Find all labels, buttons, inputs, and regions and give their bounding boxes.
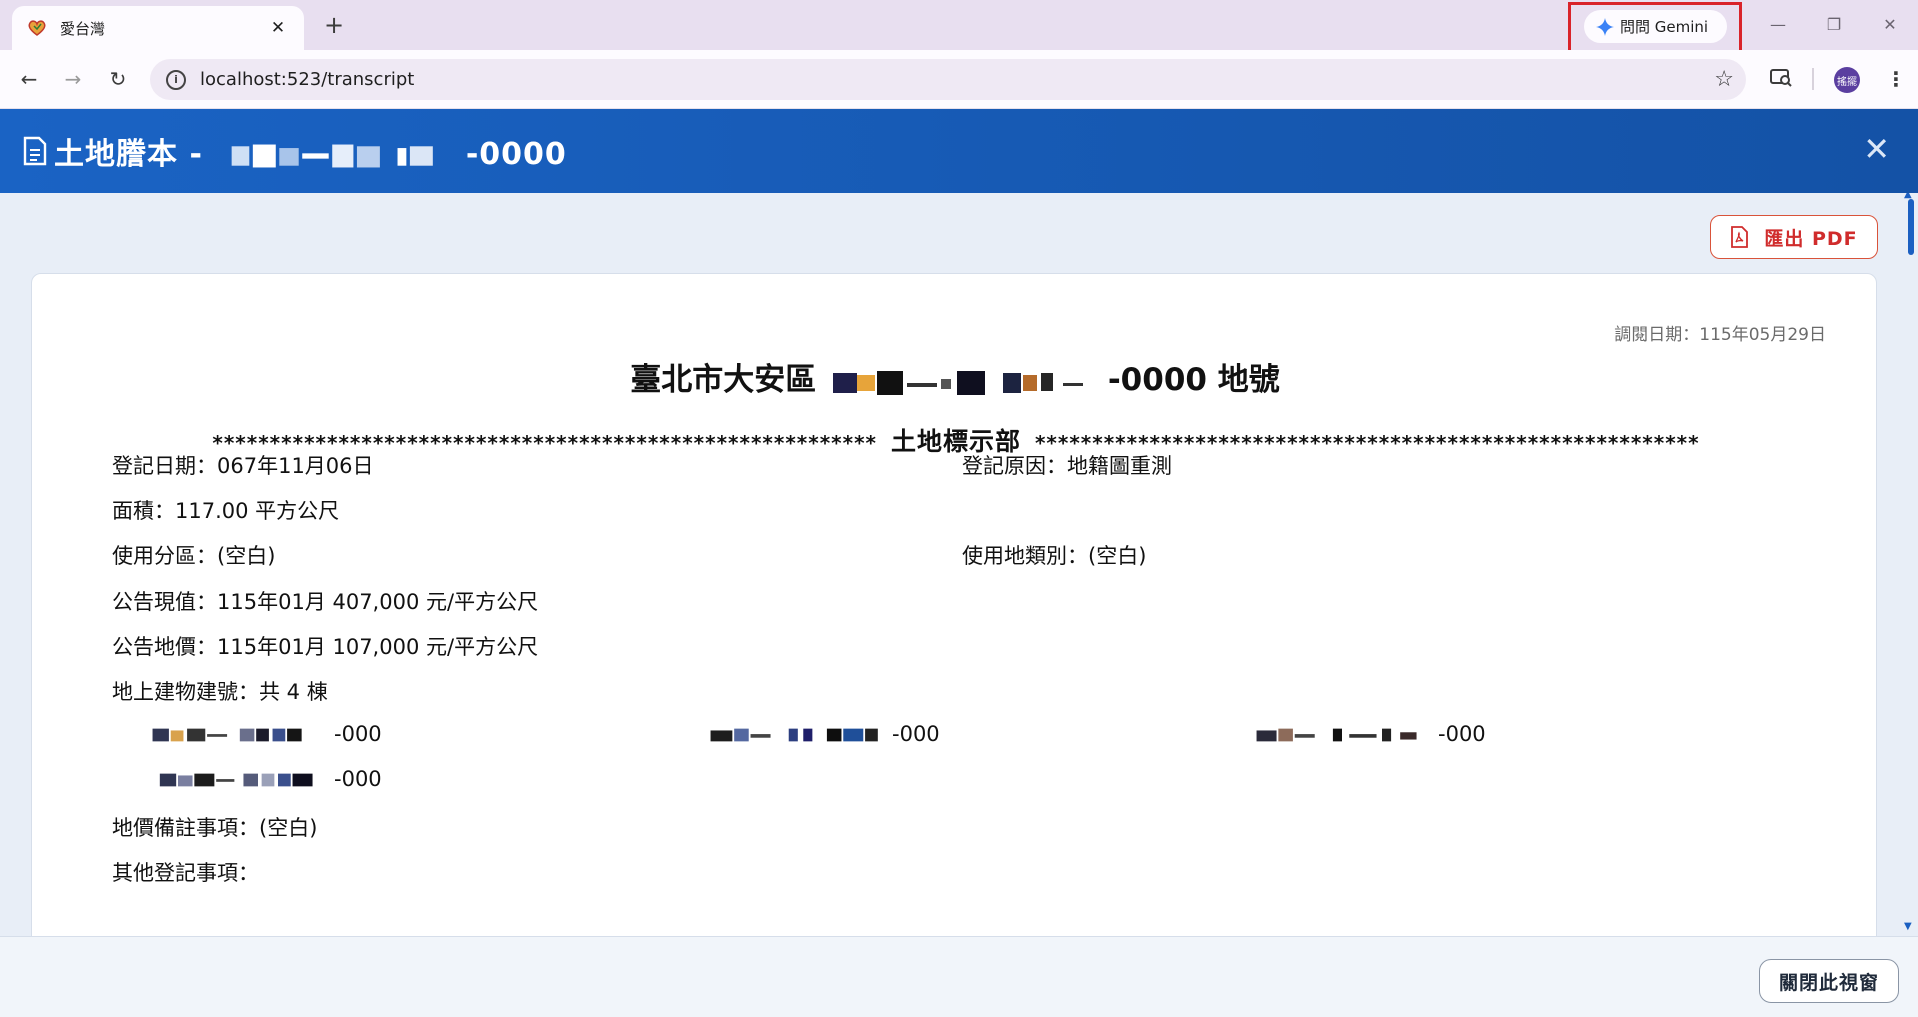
modal-close-icon[interactable]: ✕: [1863, 133, 1890, 165]
search-tabs-icon[interactable]: [1766, 65, 1796, 93]
ask-gemini-button[interactable]: 問問 Gemini: [1584, 10, 1727, 43]
land-price-notes: 地價備註事項：(空白): [112, 816, 318, 840]
redacted-building-4: [159, 773, 313, 787]
url-text[interactable]: localhost:523/transcript: [200, 69, 1714, 90]
land-area: 面積：117.00 平方公尺: [112, 499, 340, 523]
redacted-building-3: [1256, 728, 1417, 742]
redacted-building-1: [152, 728, 302, 742]
gemini-sparkle-icon: [1596, 17, 1614, 36]
building-number-1: -000: [142, 722, 382, 746]
heart-favicon-icon: [26, 17, 48, 39]
close-window-button[interactable]: 關閉此視窗: [1759, 959, 1899, 1003]
pdf-file-icon: [1730, 226, 1749, 248]
other-registration-items: 其他登記事項：: [112, 861, 259, 885]
forward-arrow-icon[interactable]: →: [58, 64, 88, 94]
browser-tab-strip: 愛台灣 ✕ + 問問 Gemini — ❐ ✕: [0, 0, 1918, 53]
heading-suffix: -0000 地號: [1107, 362, 1280, 398]
building-number-1-suffix: -000: [334, 722, 382, 746]
minimize-icon[interactable]: —: [1764, 12, 1792, 38]
heading-prefix: 臺北市大安區: [630, 362, 817, 398]
building-number-2-suffix: -000: [892, 722, 940, 746]
reload-icon[interactable]: ↻: [103, 64, 133, 94]
modal-body: 匯出 PDF ▲ ▼ 調閱日期：115年05月29日 臺北市大安區 -0000 …: [0, 193, 1918, 936]
redacted-building-2: [710, 728, 878, 742]
modal-header: 土地謄本 - -0000 ✕: [0, 109, 1918, 193]
export-pdf-button[interactable]: 匯出 PDF: [1710, 215, 1878, 259]
profile-avatar[interactable]: 搖擺: [1834, 67, 1860, 93]
export-pdf-label: 匯出 PDF: [1764, 227, 1858, 250]
browser-toolbar: ← → ↻ i localhost:523/transcript ☆ ⋮: [0, 50, 1918, 109]
registration-date: 登記日期：067年11月06日: [112, 454, 374, 478]
bookmark-star-icon[interactable]: ☆: [1714, 67, 1734, 92]
building-number-4: -000: [142, 767, 382, 791]
vertical-scrollbar[interactable]: [1908, 199, 1914, 255]
transcript-document: 調閱日期：115年05月29日 臺北市大安區 -0000 地號 ********…: [31, 273, 1877, 936]
new-tab-button[interactable]: +: [318, 10, 350, 42]
tab-close-icon[interactable]: ✕: [266, 18, 290, 38]
zoning: 使用分區：(空白): [112, 544, 276, 568]
query-date: 調閱日期：115年05月29日: [1614, 325, 1826, 345]
announced-current-value: 公告現值：115年01月 407,000 元/平方公尺: [112, 590, 539, 614]
announced-land-price: 公告地價：115年01月 107,000 元/平方公尺: [112, 635, 539, 659]
menu-kebab-icon[interactable]: ⋮: [1886, 65, 1906, 93]
building-number-3-suffix: -000: [1438, 722, 1486, 746]
buildings-label: 地上建物建號：共 4 棟: [112, 680, 328, 704]
registration-reason: 登記原因：地籍圖重測: [962, 454, 1172, 478]
scroll-down-icon[interactable]: ▼: [1904, 921, 1912, 932]
browser-tab[interactable]: 愛台灣 ✕: [12, 6, 304, 50]
redacted-title-segment: [232, 144, 434, 167]
site-info-icon[interactable]: i: [166, 69, 186, 90]
modal-footer: 關閉此視窗: [0, 936, 1918, 1017]
toolbar-divider: [1812, 68, 1814, 90]
gemini-label: 問問 Gemini: [1620, 18, 1709, 36]
address-bar[interactable]: i localhost:523/transcript ☆: [150, 59, 1746, 100]
back-arrow-icon[interactable]: ←: [14, 64, 44, 94]
modal-title: 土地謄本 - -0000: [54, 129, 567, 173]
land-heading: 臺北市大安區 -0000 地號: [32, 354, 1878, 399]
modal-title-suffix: -0000: [465, 137, 567, 172]
tab-title: 愛台灣: [60, 19, 106, 38]
document-icon: [22, 136, 48, 166]
window-close-icon[interactable]: ✕: [1876, 12, 1904, 38]
building-number-4-suffix: -000: [334, 767, 382, 791]
modal-title-prefix: 土地謄本 -: [54, 137, 203, 172]
redacted-heading-segment: [833, 370, 1084, 395]
land-use-category: 使用地類別：(空白): [962, 544, 1147, 568]
building-number-2: -000: [700, 722, 940, 746]
building-number-3: -000: [1246, 722, 1486, 746]
restore-icon[interactable]: ❐: [1820, 12, 1848, 38]
